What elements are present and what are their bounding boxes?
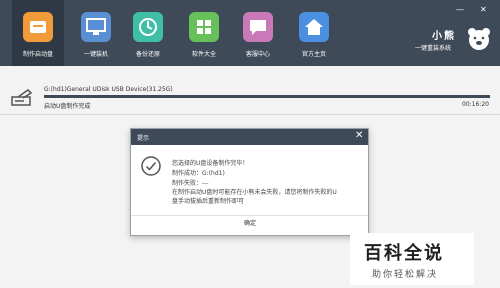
progress-bar bbox=[44, 95, 490, 98]
usb-device-icon bbox=[10, 88, 34, 108]
restore-icon bbox=[133, 12, 163, 42]
home-icon bbox=[299, 12, 329, 42]
watermark: 百科全说 助你轻松解决 bbox=[350, 233, 474, 285]
device-name: G:(hd1)General UDisk USB Device(31.25G) bbox=[44, 86, 173, 93]
brand-name: 小熊 bbox=[432, 31, 456, 42]
dialog-message-line: 您选择的U盘设备制作完毕！ bbox=[172, 160, 249, 167]
tab-label: 制作启动盘 bbox=[22, 51, 53, 58]
completion-dialog: 提示 ✕ 您选择的U盘设备制作完毕！ 制作成功：G:(hd1) 制作失败：---… bbox=[130, 128, 369, 236]
tab-label: 软件大全 bbox=[191, 51, 216, 58]
brand-slogan: 一键重装系统 bbox=[415, 45, 452, 52]
usb-drive-icon bbox=[23, 12, 53, 42]
tab-one-click-install[interactable]: 一键装机 bbox=[70, 0, 122, 66]
tab-label: 官方主页 bbox=[301, 51, 326, 58]
progress-fill bbox=[44, 95, 490, 98]
bear-logo-icon bbox=[464, 24, 494, 54]
watermark-subtitle: 助你轻松解决 bbox=[372, 270, 439, 280]
tab-label: 客服中心 bbox=[245, 51, 270, 58]
minimize-button[interactable]: — bbox=[456, 5, 464, 14]
dialog-title: 提示 bbox=[137, 135, 150, 142]
tab-label: 一键装机 bbox=[83, 51, 108, 58]
tab-support[interactable]: 客服中心 bbox=[232, 0, 284, 66]
dialog-close-button[interactable]: ✕ bbox=[355, 130, 363, 142]
tab-software[interactable]: 软件大全 bbox=[178, 0, 230, 66]
tab-make-boot-disk[interactable]: 制作启动盘 bbox=[12, 0, 64, 66]
tab-backup-restore[interactable]: 备份还原 bbox=[122, 0, 174, 66]
dialog-header: 提示 ✕ bbox=[131, 129, 368, 145]
status-text: 启动U盘制作完成 bbox=[44, 103, 91, 110]
monitor-icon bbox=[81, 12, 111, 42]
ok-button[interactable]: 确定 bbox=[235, 218, 265, 230]
apps-grid-icon bbox=[189, 12, 219, 42]
dialog-separator bbox=[131, 215, 368, 216]
divider bbox=[0, 114, 500, 115]
dialog-message-line: 制作失败：--- bbox=[172, 180, 209, 187]
tab-label: 备份还原 bbox=[135, 51, 160, 58]
top-toolbar: 制作启动盘 一键装机 备份还原 软件大全 客服中心 官方主页 — ✕ 小熊 一键… bbox=[0, 0, 500, 66]
dialog-message-line: 盘手动拔插后重新制作即可 bbox=[172, 198, 245, 205]
dialog-message-line: 在制作启动U盘时可能存在小熊未会失败，请您将制作失败的U bbox=[172, 189, 337, 196]
watermark-title: 百科全说 bbox=[364, 243, 444, 264]
elapsed-time: 00:16:20 bbox=[462, 101, 489, 108]
close-window-button[interactable]: ✕ bbox=[480, 5, 487, 14]
check-circle-icon bbox=[140, 155, 162, 177]
tab-homepage[interactable]: 官方主页 bbox=[288, 0, 340, 66]
dialog-message-line: 制作成功：G:(hd1) bbox=[172, 170, 225, 177]
chat-icon bbox=[243, 12, 273, 42]
